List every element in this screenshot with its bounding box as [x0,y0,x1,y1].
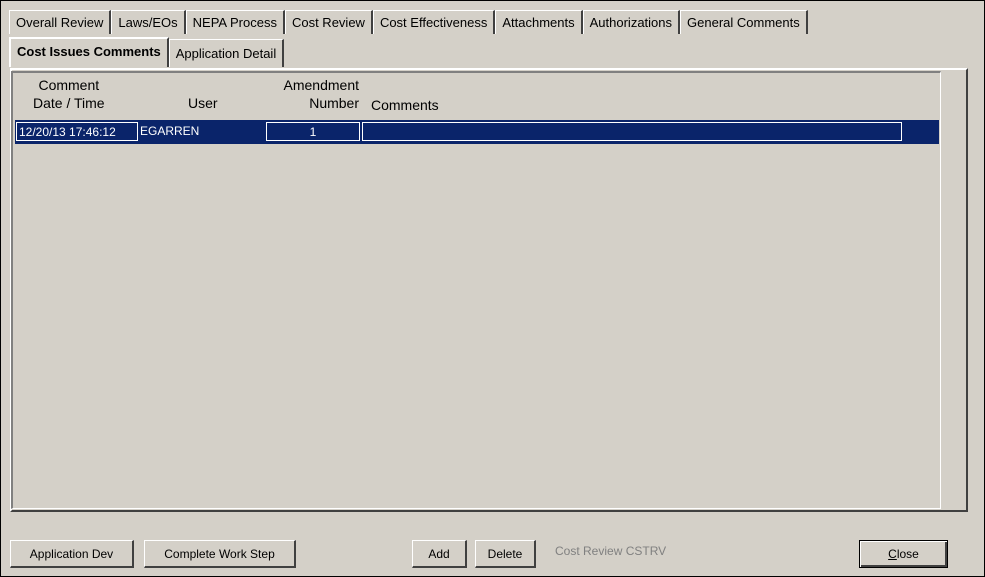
cell-comments[interactable] [362,122,902,141]
column-header-amendment-number[interactable]: Amendment Number [269,76,359,112]
application-window: Overall Review Laws/EOs NEPA Process Cos… [0,0,985,577]
tab-cost-review[interactable]: Cost Review [284,10,373,34]
tab-overall-review[interactable]: Overall Review [9,10,112,34]
header-line: Comment [38,77,100,93]
tab-laws-eos[interactable]: Laws/EOs [111,10,186,34]
complete-work-step-button[interactable]: Complete Work Step [144,540,296,568]
cell-user[interactable]: EGARREN [138,122,264,141]
tab-row-secondary: Cost Issues Comments Application Detail [9,37,285,67]
delete-button[interactable]: Delete [475,540,536,568]
column-header-user[interactable]: User [188,94,218,112]
tab-cost-issues-comments[interactable]: Cost Issues Comments [9,37,169,67]
cell-datetime[interactable]: 12/20/13 17:46:12 [16,122,138,141]
header-line: Number [309,95,359,111]
tab-row-primary: Overall Review Laws/EOs NEPA Process Cos… [9,10,808,34]
header-line: Amendment [283,77,359,93]
application-dev-button[interactable]: Application Dev [10,540,134,568]
close-label-rest: lose [896,547,919,561]
tab-application-detail[interactable]: Application Detail [168,39,285,67]
tab-cost-effectiveness[interactable]: Cost Effectiveness [372,10,496,34]
column-header-comments[interactable]: Comments [371,96,439,114]
tab-nepa-process[interactable]: NEPA Process [185,10,285,34]
table-row[interactable]: 12/20/13 17:46:12 EGARREN 1 [15,120,939,144]
close-mnemonic: C [888,547,897,561]
column-header-comment-datetime[interactable]: Comment Date / Time [33,76,105,112]
tab-attachments[interactable]: Attachments [495,10,583,34]
header-line: Date / Time [33,95,105,111]
tab-authorizations[interactable]: Authorizations [582,10,681,34]
tab-general-comments[interactable]: General Comments [680,10,808,34]
comments-grid[interactable]: Comment Date / Time User Amendment Numbe… [11,71,941,509]
cell-amendment[interactable]: 1 [266,122,360,141]
close-button[interactable]: Close [859,540,948,568]
status-text: Cost Review CSTRV [555,544,667,558]
add-button[interactable]: Add [412,540,467,568]
